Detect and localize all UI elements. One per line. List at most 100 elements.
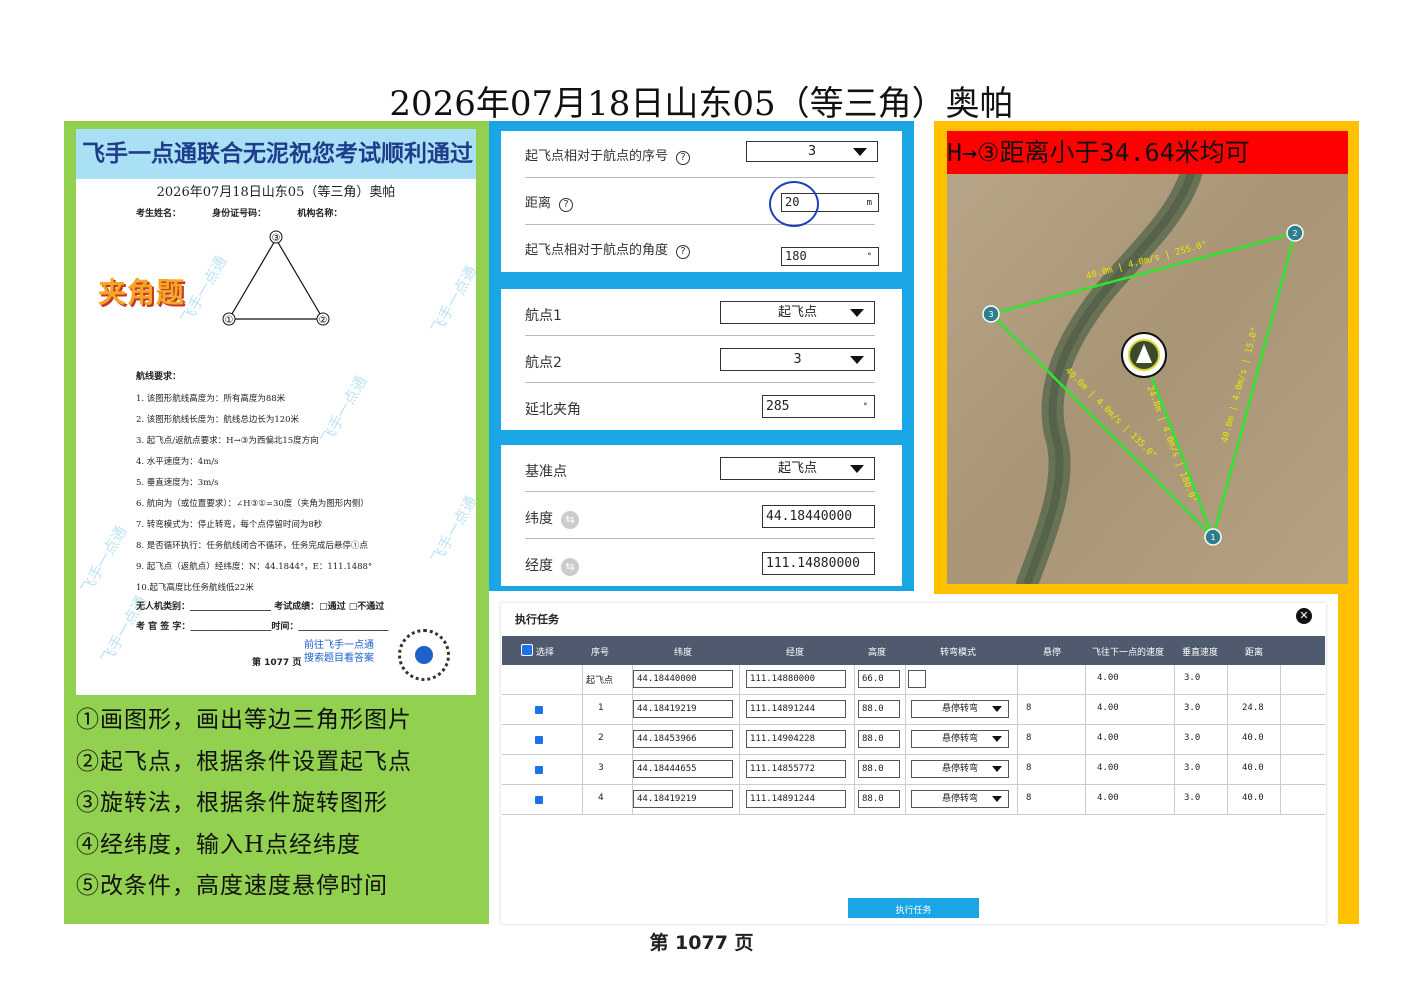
alt-cell-input[interactable]: 88.0 (858, 700, 900, 718)
field-name: 考生姓名： (136, 209, 182, 219)
waypoint-2-label: 2 (1292, 229, 1297, 238)
row-vspeed: 3.0 (1184, 733, 1201, 743)
row-hover: 8 (1026, 733, 1032, 743)
requirements-list: 1. 该图形航线高度为：所有高度为88米 2. 该图形航线长度为：航线总边长为1… (136, 389, 372, 599)
swap-icon[interactable]: ⇆ (561, 558, 579, 576)
wp2-select-value: 3 (793, 352, 802, 367)
lat-input[interactable]: 44.18440000 (762, 505, 875, 528)
row-checkbox[interactable] (535, 736, 543, 744)
table-row: 1 44.18419219 111.14891244 88.0 悬停转弯 8 4.00 3.0… (502, 695, 1325, 725)
lon-cell-input[interactable]: 111.14891244 (746, 700, 846, 718)
answer-link-line: 前往飞手一点通 (304, 640, 374, 651)
turn-mode-value: 悬停转弯 (941, 794, 978, 804)
row-checkbox[interactable] (535, 706, 543, 714)
wp2-select[interactable]: 3 (720, 348, 875, 371)
lat-cell-input[interactable]: 44.18444655 (633, 760, 733, 778)
wp1-select-value: 起飞点 (777, 305, 817, 320)
lon-cell-input[interactable]: 111.14880000 (746, 670, 846, 688)
column-divider (1085, 725, 1086, 755)
help-icon[interactable]: ? (676, 245, 691, 259)
requirement-item: 10.起飞高度比任务航线低22米 (136, 583, 254, 593)
table-row: 3 44.18444655 111.14855772 88.0 悬停转弯 8 4.00 3.0… (502, 755, 1325, 785)
close-icon[interactable]: ✕ (1296, 608, 1312, 624)
turn-mode-empty[interactable] (908, 670, 926, 688)
turn-mode-select[interactable]: 悬停转弯 (911, 760, 1009, 778)
north-angle-unit: ° (862, 402, 868, 412)
coordinate-settings: 基准点 起飞点 纬度 ⇆ 44.18440000 经度 ⇆ 111.14880000 (501, 445, 902, 586)
header-alt: 高度 (868, 648, 887, 658)
lat-cell-input[interactable]: 44.18440000 (633, 670, 733, 688)
column-divider (1280, 755, 1281, 785)
select-all-checkbox[interactable] (521, 644, 533, 656)
exam-sign-line-2: 考 官 签 字：__________________时间：___________… (136, 622, 389, 632)
turn-mode-select[interactable]: 悬停转弯 (911, 730, 1009, 748)
row-hover: 8 (1026, 703, 1032, 713)
turn-mode-select[interactable]: 悬停转弯 (911, 790, 1009, 808)
column-divider (1227, 695, 1228, 725)
triangle-label-3: ③ (272, 233, 281, 244)
row-speed: 4.00 (1097, 793, 1119, 803)
chevron-down-icon (992, 736, 1002, 742)
watermark-text: 飞手一点通 (427, 262, 476, 337)
satellite-map[interactable]: 40.0m | 4.0m/s | 255.0° 40.0m | 4.0m/s |… (947, 131, 1348, 584)
help-icon[interactable]: ? (559, 198, 574, 212)
watermark-text: 飞手一点通 (427, 492, 476, 567)
wp2-label: 航点2 (525, 355, 562, 371)
wp1-row: 航点1 起飞点 (525, 289, 875, 336)
help-icon[interactable]: ? (676, 151, 691, 165)
lat-cell-input[interactable]: 44.18453966 (633, 730, 733, 748)
lon-cell-input[interactable]: 111.14904228 (746, 730, 846, 748)
column-divider (1280, 725, 1281, 755)
chevron-down-icon (853, 148, 867, 156)
row-checkbox[interactable] (535, 766, 543, 774)
alt-cell-input[interactable]: 88.0 (858, 790, 900, 808)
header-turn: 转弯模式 (940, 648, 977, 658)
row-checkbox[interactable] (535, 796, 543, 804)
column-divider (582, 665, 583, 695)
lon-row: 经度 ⇆ 111.14880000 (525, 539, 875, 586)
requirement-item: 5. 垂直速度为：3m/s (136, 478, 219, 488)
column-divider (1174, 665, 1175, 695)
seq-select[interactable]: 3 (746, 141, 878, 162)
lon-input[interactable]: 111.14880000 (762, 552, 875, 575)
seq-row: 起飞点相对于航点的序号? 3 (525, 131, 878, 178)
requirement-item: 2. 该图形航线长度为：航线总边长为120米 (136, 415, 300, 425)
swap-icon[interactable]: ⇆ (561, 511, 579, 529)
distance-row: 距离? 20 m (525, 178, 879, 225)
lat-cell-input[interactable]: 44.18419219 (633, 700, 733, 718)
alt-cell-input[interactable]: 88.0 (858, 760, 900, 778)
column-divider (854, 755, 855, 785)
column-divider (582, 755, 583, 785)
alt-cell-input[interactable]: 66.0 (858, 670, 900, 688)
exam-triangle-diagram: ③ ① ② (222, 230, 330, 326)
column-divider (1017, 755, 1018, 785)
row-dist: 40.0 (1242, 793, 1264, 803)
step-item: ⑤改条件，高度速度悬停时间 (76, 873, 388, 899)
lon-cell-input[interactable]: 111.14855772 (746, 760, 846, 778)
lon-cell-input[interactable]: 111.14891244 (746, 790, 846, 808)
north-angle-row: 延北夹角 285 ° (525, 383, 875, 430)
wp1-select[interactable]: 起飞点 (720, 301, 875, 324)
requirement-item: 8. 是否循环执行：任务航线闭合不循环，任务完成后悬停①点 (136, 541, 368, 551)
column-divider (905, 755, 906, 785)
execute-task-button[interactable]: 执行任务 (848, 898, 979, 918)
north-angle-input[interactable]: 285 ° (762, 395, 875, 418)
answer-link[interactable]: 前往飞手一点通 搜索题目看答案 (304, 639, 374, 665)
column-divider (739, 725, 740, 755)
step-item: ①画图形，画出等边三角形图片 (76, 707, 412, 733)
turn-mode-select[interactable]: 悬停转弯 (911, 700, 1009, 718)
header-lon: 经度 (786, 648, 805, 658)
rotation-settings: 航点1 起飞点 航点2 3 延北夹角 285 ° (501, 289, 902, 430)
map-banner: H→③距离小于34.64米均可 (947, 131, 1348, 174)
field-org: 机构名称： (297, 209, 343, 219)
step-item: ②起飞点，根据条件设置起飞点 (76, 748, 412, 775)
alt-cell-input[interactable]: 88.0 (858, 730, 900, 748)
row-dist: 40.0 (1242, 763, 1264, 773)
lat-cell-input[interactable]: 44.18419219 (633, 790, 733, 808)
angle-input[interactable]: 180 ° (781, 247, 879, 266)
base-label: 基准点 (525, 464, 567, 480)
chevron-down-icon (992, 796, 1002, 802)
base-select[interactable]: 起飞点 (720, 457, 875, 480)
requirement-item: 3. 起飞点/返航点要求：H→③为西偏北15度方向 (136, 436, 319, 446)
header-seq: 序号 (591, 648, 610, 658)
